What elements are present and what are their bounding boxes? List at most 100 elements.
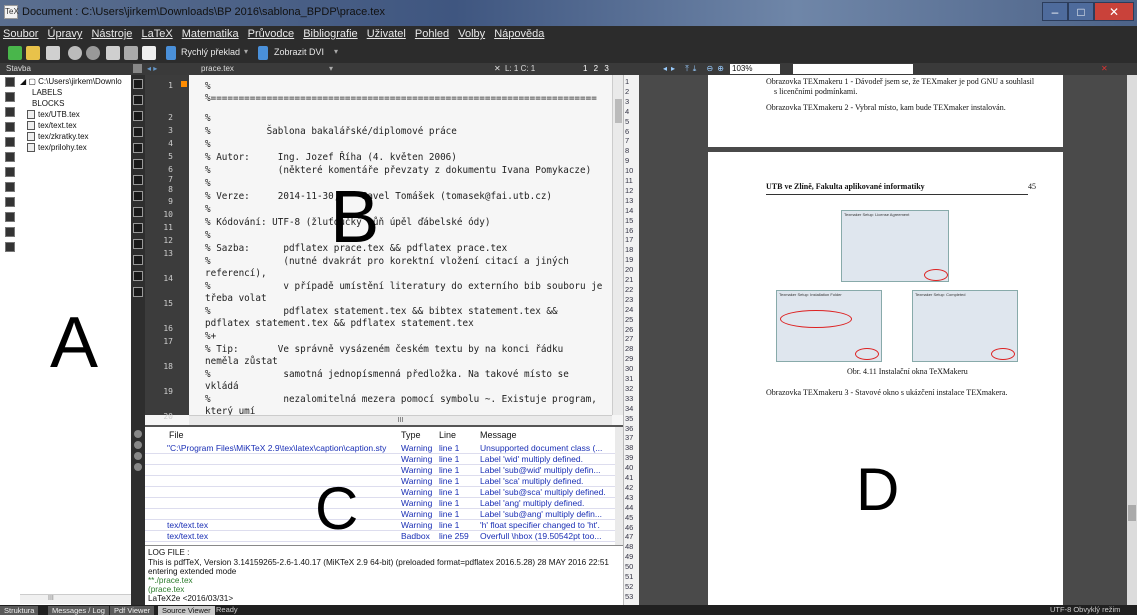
close-tab-icon[interactable]: ✕ — [494, 63, 501, 75]
col-line[interactable]: Line — [439, 430, 456, 440]
messages-vscroll[interactable] — [615, 427, 623, 547]
tool-icon[interactable] — [133, 207, 143, 217]
pdf-search-input[interactable] — [793, 64, 913, 74]
structure-tool-icon[interactable] — [5, 137, 15, 147]
message-row[interactable]: Warning line 1 Label 'wid' multiply define… — [145, 454, 615, 465]
nav-arrows-icon[interactable]: ◂ ▸ — [147, 63, 157, 75]
tab-messages-log[interactable]: Messages / Log — [48, 606, 109, 615]
tool-icon[interactable] — [133, 95, 143, 105]
paste-icon[interactable] — [142, 46, 156, 60]
menu-volby[interactable]: Volby — [455, 26, 488, 40]
menu-bibliografie[interactable]: Bibliografie — [300, 26, 360, 40]
save-icon[interactable] — [46, 46, 60, 60]
structure-tool-icon[interactable] — [5, 77, 15, 87]
menu-pruvodce[interactable]: Průvodce — [245, 26, 297, 40]
new-file-icon[interactable] — [8, 46, 22, 60]
menu-soubor[interactable]: Soubor — [0, 26, 41, 40]
tree-file[interactable]: tex/UTB.tex — [20, 109, 122, 120]
tool-icon[interactable] — [133, 143, 143, 153]
message-row[interactable]: Warning line 1 Label 'sub@ang' multiply de… — [145, 509, 615, 520]
menu-uzivatel[interactable]: Uživatel — [364, 26, 409, 40]
col-message[interactable]: Message — [480, 430, 517, 440]
structure-tool-icon[interactable] — [5, 107, 15, 117]
structure-tool-icon[interactable] — [5, 167, 15, 177]
message-row[interactable]: tex/text.tex Badbox line 259 Overfull \hbox… — [145, 531, 615, 542]
source-editor[interactable]: 1 2 3 4 5 6 7 8 9 10 11 12 13 14 15 16 1… — [145, 75, 623, 425]
copy-icon[interactable] — [106, 46, 120, 60]
tool-icon[interactable] — [133, 271, 143, 281]
open-file-icon[interactable] — [26, 46, 40, 60]
structure-tool-icon[interactable] — [5, 227, 15, 237]
message-row[interactable]: Warning line 1 Label 'sub@wid' multiply de… — [145, 465, 615, 476]
chevron-down-icon[interactable]: ▾ — [244, 47, 248, 56]
zoom-select[interactable]: 103% — [730, 64, 780, 74]
tool-icon[interactable] — [133, 255, 143, 265]
tab-source-viewer[interactable]: Source Viewer — [158, 606, 215, 615]
chevron-down-icon[interactable]: ▾ — [334, 47, 338, 56]
minimize-button[interactable]: – — [1042, 2, 1068, 21]
close-button[interactable]: ✕ — [1094, 2, 1134, 21]
message-row[interactable]: Warning line 1 Label 'ang' multiply define… — [145, 498, 615, 509]
tool-icon[interactable] — [133, 79, 143, 89]
col-type[interactable]: Type — [401, 430, 421, 440]
bookmark-icons[interactable]: 1 2 3 — [583, 63, 611, 75]
message-row[interactable]: Warning line 1 Label 'sub@sca' multiply de… — [145, 487, 615, 498]
tool-icon[interactable] — [133, 191, 143, 201]
scroll-thumb[interactable] — [1128, 505, 1136, 521]
structure-tool-icon[interactable] — [5, 152, 15, 162]
structure-hscroll[interactable]: III — [20, 594, 143, 604]
tool-icon[interactable] — [133, 175, 143, 185]
cut-icon[interactable] — [124, 46, 138, 60]
message-filter-icon[interactable] — [134, 463, 142, 471]
tree-root[interactable]: ◢ ▢ C:\Users\jirkem\Downlo — [20, 76, 122, 87]
structure-tool-icon[interactable] — [5, 182, 15, 192]
tool-icon[interactable] — [133, 223, 143, 233]
view-dvi-button[interactable]: Zobrazit DVI — [274, 47, 324, 57]
pdf-nav-icons[interactable]: ◂▸ ⤒⤓ ⊖⊕ — [663, 63, 728, 75]
col-file[interactable]: File — [169, 430, 184, 440]
menu-matematika[interactable]: Matematika — [179, 26, 242, 40]
tab-struktura[interactable]: Struktura — [0, 606, 39, 615]
structure-tool-icon[interactable] — [5, 122, 15, 132]
pdf-vscroll[interactable] — [1127, 75, 1137, 605]
message-row[interactable]: tex/text.tex Warning line 1 'h' float speci… — [145, 520, 615, 531]
menu-latex[interactable]: LaTeX — [138, 26, 175, 40]
message-filter-icon[interactable] — [134, 452, 142, 460]
message-filter-icon[interactable] — [134, 430, 142, 438]
tree-file[interactable]: tex/zkratky.tex — [20, 131, 122, 142]
tree-file[interactable]: tex/prilohy.tex — [20, 142, 122, 153]
tab-pdf-viewer[interactable]: Pdf Viewer — [110, 606, 155, 615]
structure-tool-icon[interactable] — [5, 212, 15, 222]
tool-icon[interactable] — [133, 127, 143, 137]
structure-tool-icon[interactable] — [5, 92, 15, 102]
status-encoding[interactable]: UTF-8 Obvyklý režim — [1050, 605, 1120, 614]
message-row[interactable]: Warning line 1 Label 'sca' multiply define… — [145, 476, 615, 487]
chevron-down-icon[interactable]: ▾ — [329, 63, 333, 75]
menu-pohled[interactable]: Pohled — [412, 26, 452, 40]
tree-file[interactable]: tex/text.tex — [20, 120, 122, 131]
maximize-button[interactable]: □ — [1068, 2, 1094, 21]
undo-icon[interactable] — [68, 46, 82, 60]
menu-napoveda[interactable]: Nápověda — [491, 26, 547, 40]
pdf-close-icon[interactable]: ✕ — [1101, 63, 1108, 75]
message-row[interactable]: "C:\Program Files\MiKTeX 2.9\tex\latex\c… — [145, 443, 615, 454]
structure-tool-icon[interactable] — [5, 197, 15, 207]
editor-vscroll[interactable] — [612, 75, 623, 415]
scroll-thumb[interactable] — [615, 99, 622, 123]
tab-prace[interactable]: prace.tex — [201, 63, 234, 75]
menu-nastroje[interactable]: Nástroje — [88, 26, 135, 40]
tool-icon[interactable] — [133, 159, 143, 169]
menu-upravy[interactable]: Úpravy — [45, 26, 86, 40]
tree-labels[interactable]: LABELS — [20, 87, 122, 98]
tool-icon[interactable] — [133, 239, 143, 249]
message-filter-icon[interactable] — [134, 441, 142, 449]
panel-icon[interactable] — [133, 64, 142, 73]
quick-build-button[interactable]: Rychlý překlad — [181, 47, 240, 57]
fold-marker-icon[interactable] — [181, 81, 187, 87]
tree-blocks[interactable]: BLOCKS — [20, 98, 122, 109]
view-icon[interactable] — [258, 46, 268, 60]
editor-hscroll[interactable]: III — [189, 415, 612, 425]
redo-icon[interactable] — [86, 46, 100, 60]
structure-tool-icon[interactable] — [5, 242, 15, 252]
quick-build-icon[interactable] — [166, 46, 176, 60]
